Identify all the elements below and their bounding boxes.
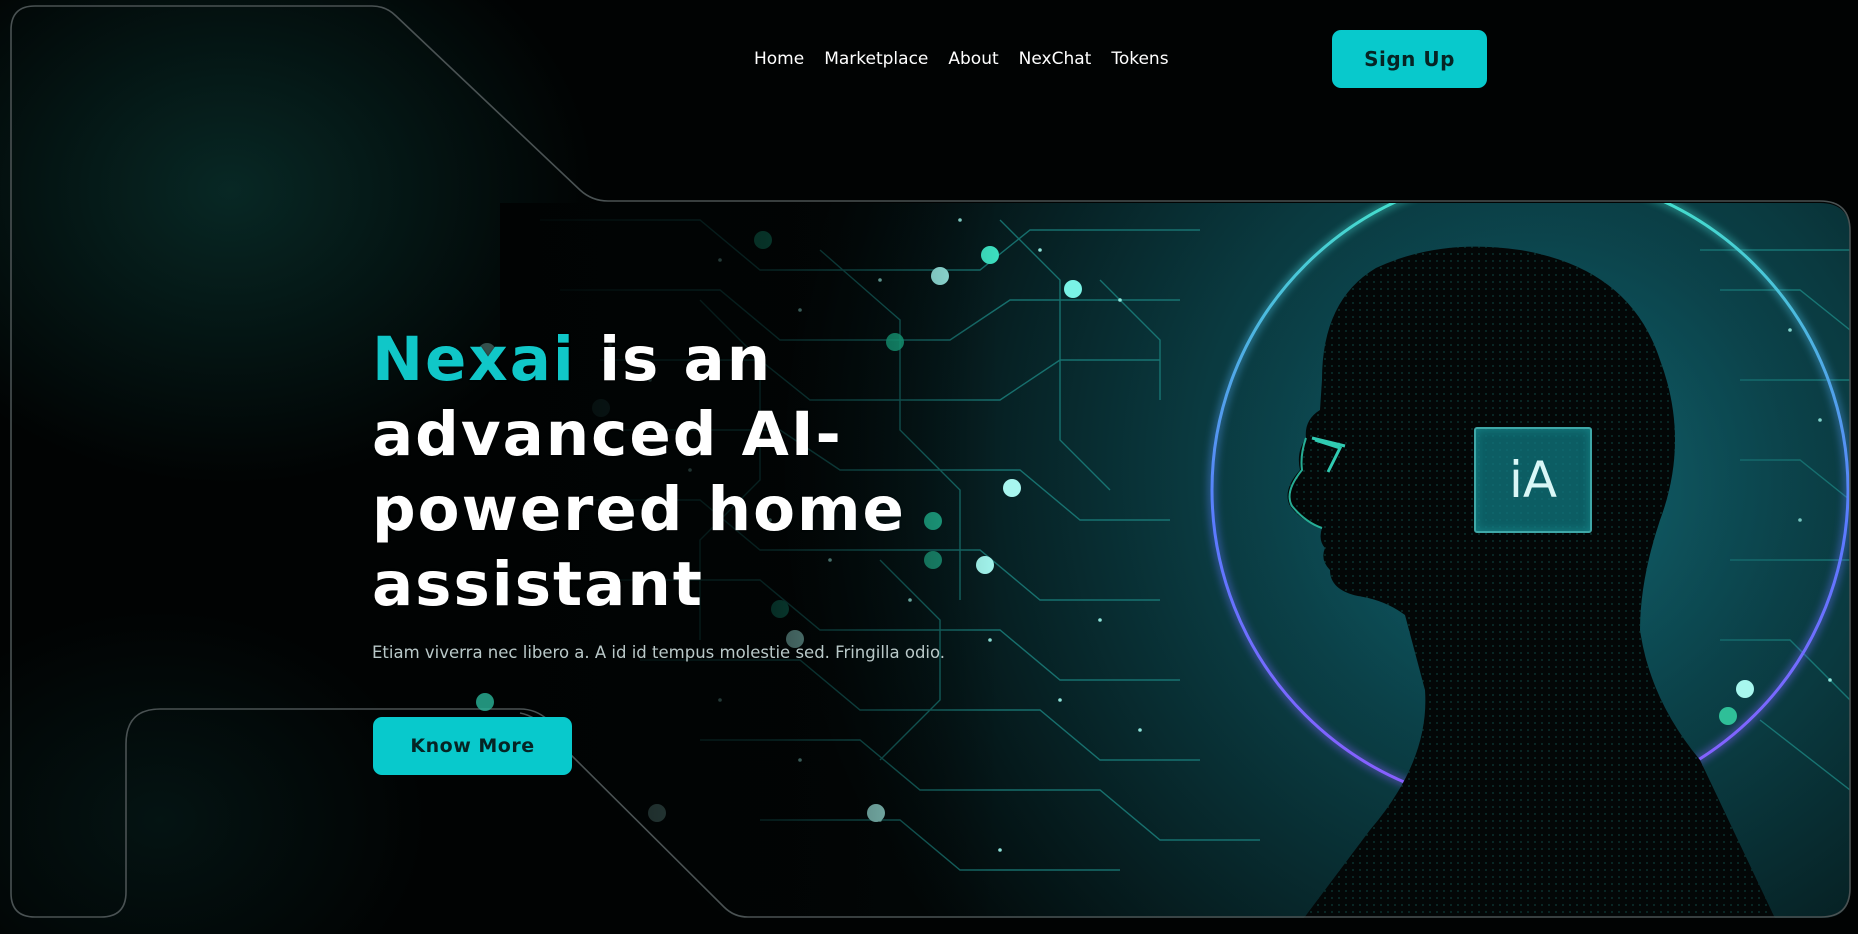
hero-subtitle: Etiam viverra nec libero a. A id id temp… <box>372 643 946 662</box>
sign-up-button[interactable]: Sign Up <box>1332 30 1487 88</box>
landing-page: Home Marketplace About NexChat Tokens Si… <box>0 0 1858 934</box>
nav-nexchat-link[interactable]: NexChat <box>1019 46 1092 72</box>
nav-home-link[interactable]: Home <box>754 46 804 72</box>
nav-tokens-link[interactable]: Tokens <box>1111 46 1168 72</box>
know-more-button[interactable]: Know More <box>373 717 572 775</box>
brand-name: Nexai <box>372 324 576 395</box>
nav-about-link[interactable]: About <box>948 46 998 72</box>
ia-chip-icon: iA <box>1474 427 1592 533</box>
nav-marketplace-link[interactable]: Marketplace <box>824 46 928 72</box>
hero-headline: Nexai is an advanced AI-powered home ass… <box>372 322 992 622</box>
main-nav: Home Marketplace About NexChat Tokens <box>754 46 1169 72</box>
